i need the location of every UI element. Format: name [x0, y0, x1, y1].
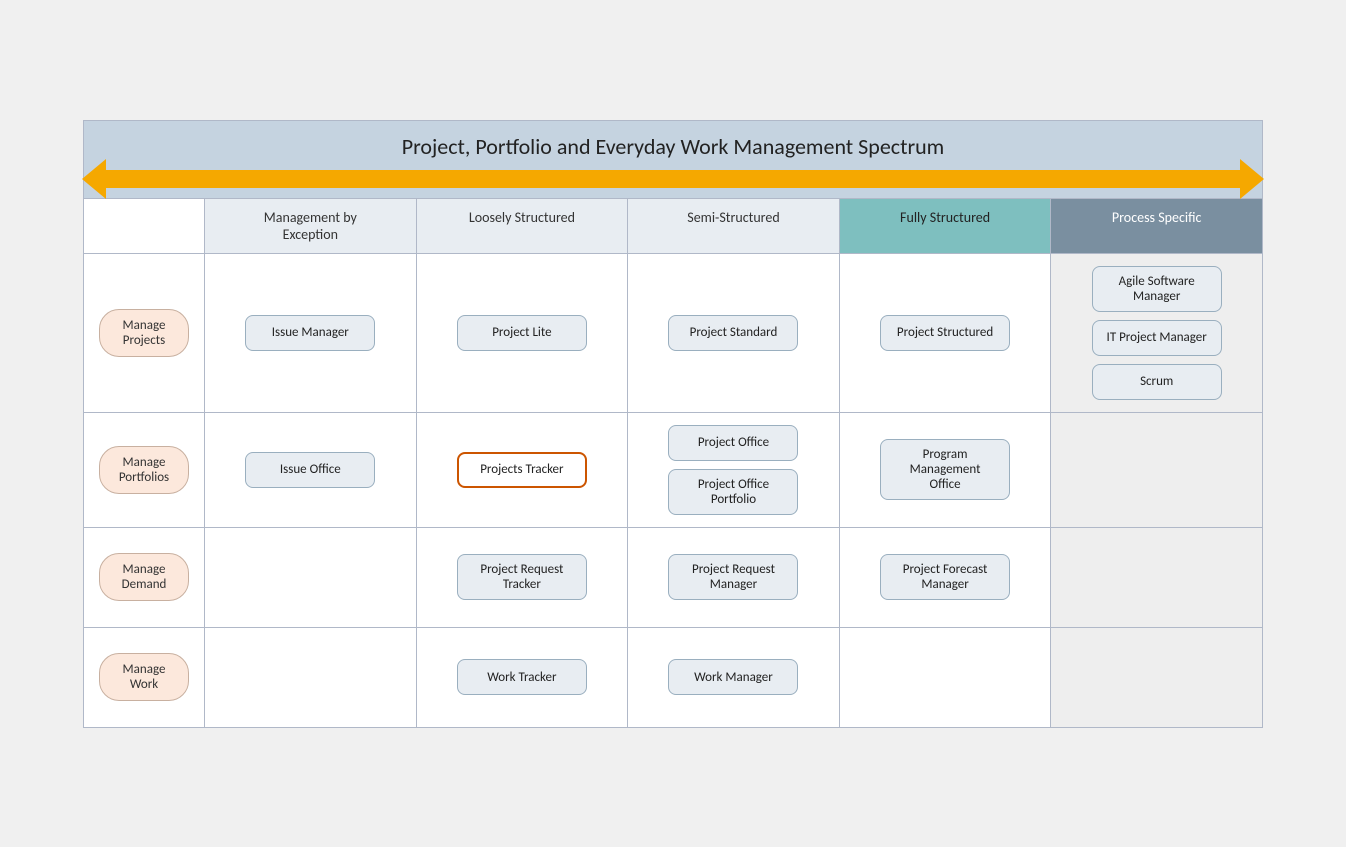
title-row: Project, Portfolio and Everyday Work Man…	[84, 121, 1262, 166]
row-label-manage-demand: ManageDemand	[99, 553, 189, 601]
cell-3-2: Work Manager	[627, 628, 839, 727]
row-label-cell-2: ManageDemand	[84, 528, 204, 627]
item-work-tracker[interactable]: Work Tracker	[457, 659, 587, 695]
item-project-request-tracker[interactable]: Project RequestTracker	[457, 554, 587, 600]
item-project-lite[interactable]: Project Lite	[457, 315, 587, 351]
cell-2-0	[204, 528, 416, 627]
row-manage-portfolios: ManagePortfolios Issue Office Projects T…	[84, 412, 1262, 527]
cell-0-2: Project Standard	[627, 254, 839, 412]
cell-1-2: Project Office Project OfficePortfolio	[627, 413, 839, 527]
row-label-cell-3: ManageWork	[84, 628, 204, 727]
item-project-structured[interactable]: Project Structured	[880, 315, 1010, 351]
cell-3-3	[839, 628, 1051, 727]
item-project-office[interactable]: Project Office	[668, 425, 798, 461]
spectrum-arrow	[104, 170, 1242, 188]
row-manage-projects: ManageProjects Issue Manager Project Lit…	[84, 253, 1262, 412]
col-header-3: Fully Structured	[839, 199, 1051, 253]
arrow-row	[84, 166, 1262, 198]
cell-0-0: Issue Manager	[204, 254, 416, 412]
row-label-cell-0: ManageProjects	[84, 254, 204, 412]
item-program-management-office[interactable]: ProgramManagementOffice	[880, 439, 1010, 500]
item-projects-tracker[interactable]: Projects Tracker	[457, 452, 587, 488]
diagram-container: Project, Portfolio and Everyday Work Man…	[83, 120, 1263, 728]
item-project-standard[interactable]: Project Standard	[668, 315, 798, 351]
cell-0-1: Project Lite	[416, 254, 628, 412]
item-project-forecast-manager[interactable]: Project ForecastManager	[880, 554, 1010, 600]
row-manage-demand: ManageDemand Project RequestTracker Proj…	[84, 527, 1262, 627]
item-issue-office[interactable]: Issue Office	[245, 452, 375, 488]
column-headers-row: Management byException Loosely Structure…	[84, 198, 1262, 253]
cell-0-3: Project Structured	[839, 254, 1051, 412]
item-it-project-manager[interactable]: IT Project Manager	[1092, 320, 1222, 356]
item-issue-manager[interactable]: Issue Manager	[245, 315, 375, 351]
col-header-spacer	[84, 199, 204, 253]
cell-0-4: Agile SoftwareManager IT Project Manager…	[1050, 254, 1262, 412]
cell-1-0: Issue Office	[204, 413, 416, 527]
col-header-4: Process Specific	[1050, 199, 1262, 253]
item-scrum[interactable]: Scrum	[1092, 364, 1222, 400]
row-label-manage-projects: ManageProjects	[99, 309, 189, 357]
diagram-title: Project, Portfolio and Everyday Work Man…	[94, 133, 1252, 160]
cell-3-4	[1050, 628, 1262, 727]
item-work-manager[interactable]: Work Manager	[668, 659, 798, 695]
row-label-cell-1: ManagePortfolios	[84, 413, 204, 527]
cell-1-1: Projects Tracker	[416, 413, 628, 527]
cell-2-1: Project RequestTracker	[416, 528, 628, 627]
cell-3-1: Work Tracker	[416, 628, 628, 727]
col-header-2: Semi-Structured	[627, 199, 839, 253]
item-project-request-manager[interactable]: Project RequestManager	[668, 554, 798, 600]
cell-2-2: Project RequestManager	[627, 528, 839, 627]
row-manage-work: ManageWork Work Tracker Work Manager	[84, 627, 1262, 727]
col-header-0: Management byException	[204, 199, 416, 253]
cell-1-4	[1050, 413, 1262, 527]
cell-2-4	[1050, 528, 1262, 627]
row-label-manage-portfolios: ManagePortfolios	[99, 446, 189, 494]
row-label-manage-work: ManageWork	[99, 653, 189, 701]
item-agile-software-manager[interactable]: Agile SoftwareManager	[1092, 266, 1222, 312]
cell-1-3: ProgramManagementOffice	[839, 413, 1051, 527]
grid-body: ManageProjects Issue Manager Project Lit…	[84, 253, 1262, 727]
item-project-office-portfolio[interactable]: Project OfficePortfolio	[668, 469, 798, 515]
col-header-1: Loosely Structured	[416, 199, 628, 253]
cell-3-0	[204, 628, 416, 727]
cell-2-3: Project ForecastManager	[839, 528, 1051, 627]
